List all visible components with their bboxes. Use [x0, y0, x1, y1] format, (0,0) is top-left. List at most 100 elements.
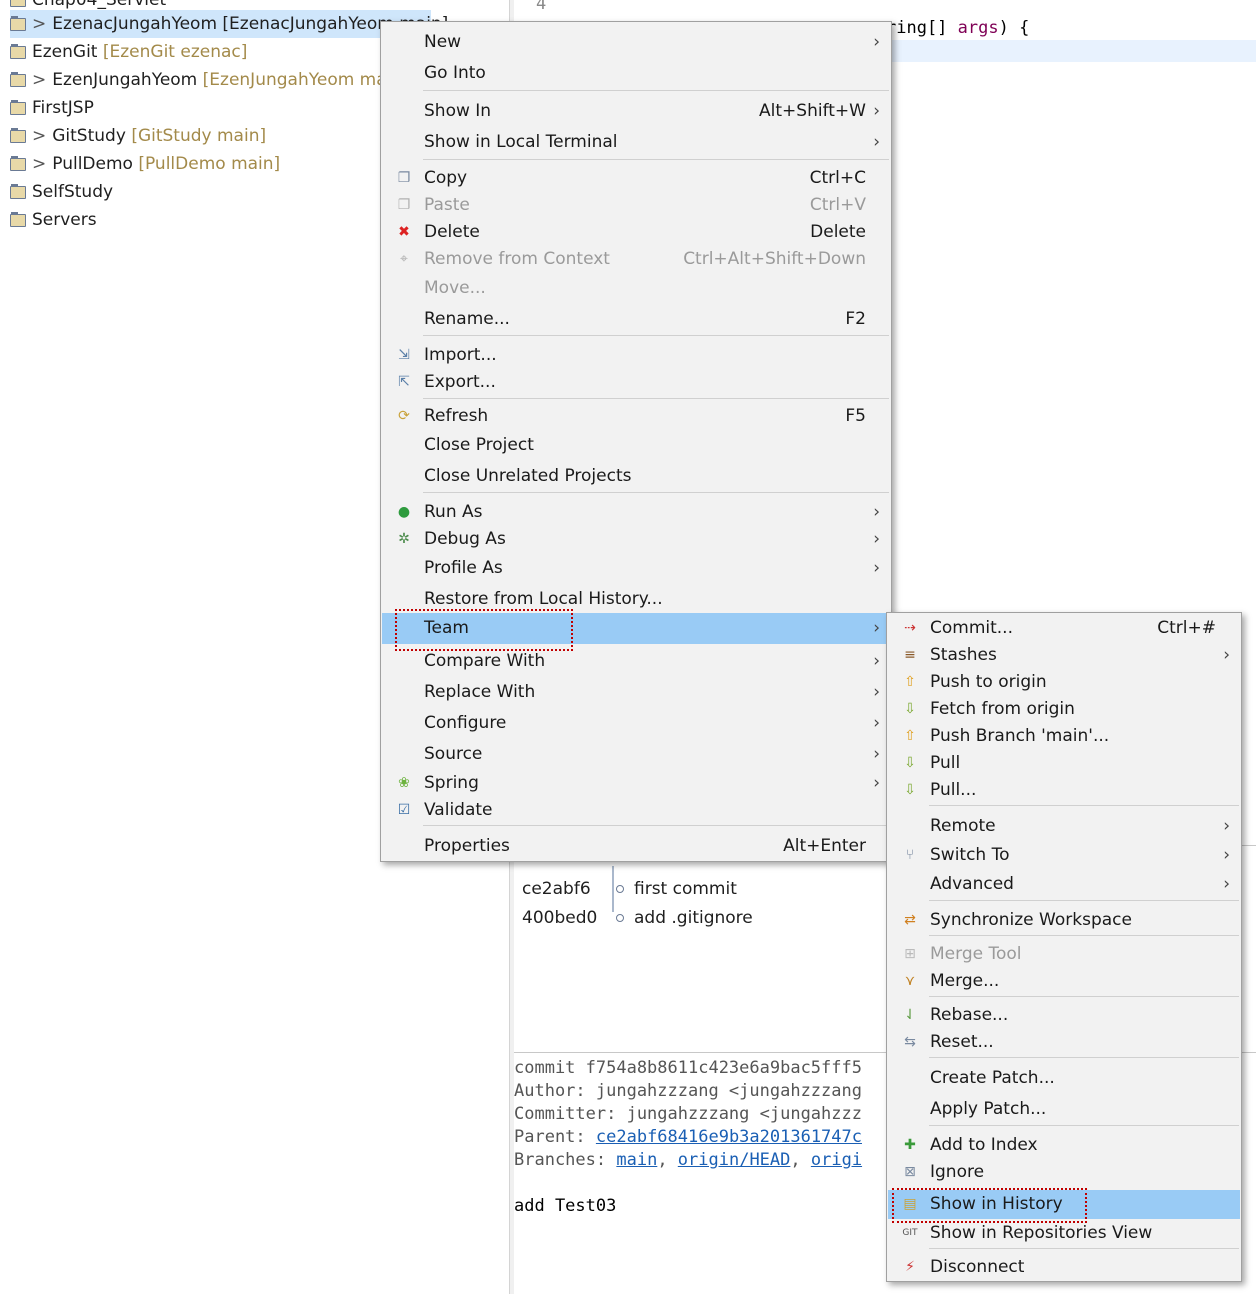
tree-item-label: Servers	[32, 210, 97, 230]
menu-close-project[interactable]: Close Project	[382, 431, 890, 459]
menu-move[interactable]: Move...	[382, 274, 890, 302]
menu-push-to-origin[interactable]: ⇧ Push to origin	[888, 668, 1240, 696]
menu-source[interactable]: Source ›	[382, 740, 890, 768]
tree-item-gitstudy[interactable]: > GitStudy [GitStudy main]	[10, 122, 266, 150]
menu-stashes[interactable]: ≡ Stashes ›	[888, 641, 1240, 669]
git-project-icon	[10, 44, 26, 59]
delete-icon: ✖	[398, 224, 410, 240]
menu-rename[interactable]: Rename... F2	[382, 305, 890, 333]
menu-configure[interactable]: Configure ›	[382, 709, 890, 737]
menu-add-to-index[interactable]: ✚ Add to Index	[888, 1131, 1240, 1159]
history-row[interactable]: 400bed0 add .gitignore	[522, 904, 753, 932]
import-icon: ⇲	[398, 347, 410, 363]
tree-item-firstjsp[interactable]: FirstJSP	[10, 94, 94, 122]
menu-validate[interactable]: ☑ Validate	[382, 796, 890, 824]
menu-fetch-from-origin[interactable]: ⇩ Fetch from origin	[888, 695, 1240, 723]
highlight-box-team	[395, 609, 573, 651]
branch-link-origin-head[interactable]: origin/HEAD	[678, 1150, 791, 1170]
menu-pull-dots[interactable]: ⇩ Pull...	[888, 776, 1240, 804]
menu-properties[interactable]: Properties Alt+Enter	[382, 832, 890, 860]
dirty-marker: >	[32, 70, 47, 90]
branch-link-origin[interactable]: origi	[811, 1150, 862, 1170]
menu-delete[interactable]: ✖ Delete Delete	[382, 218, 890, 246]
menu-remote[interactable]: Remote ›	[888, 812, 1240, 840]
menu-disconnect[interactable]: ⚡ Disconnect	[888, 1253, 1240, 1281]
git-project-icon	[10, 16, 26, 31]
chevron-right-icon: ›	[873, 682, 880, 702]
tree-item-selfstudy[interactable]: SelfStudy	[10, 178, 113, 206]
menu-advanced[interactable]: Advanced ›	[888, 870, 1240, 898]
menu-create-patch[interactable]: Create Patch...	[888, 1064, 1240, 1092]
menu-go-into[interactable]: Go Into	[382, 59, 890, 87]
bug-icon: ✲	[398, 531, 410, 547]
branch-link-main[interactable]: main	[616, 1150, 657, 1170]
branch-icon: ⑂	[905, 847, 915, 863]
commit-id: 400bed0	[522, 908, 598, 928]
menu-debug-as[interactable]: ✲ Debug As ›	[382, 525, 890, 553]
tree-item-servers[interactable]: Servers	[10, 206, 97, 234]
pull-icon: ⇩	[904, 782, 916, 798]
remove-context-icon: ⌖	[400, 251, 408, 267]
repo-decoration: [PullDemo main]	[138, 154, 281, 174]
menu-replace-with[interactable]: Replace With ›	[382, 678, 890, 706]
synchronize-icon: ⇄	[904, 912, 916, 928]
menu-show-in[interactable]: Show In Alt+Shift+W ›	[382, 97, 890, 125]
menu-switch-to[interactable]: ⑂ Switch To ›	[888, 841, 1240, 869]
menu-reset[interactable]: ⇆ Reset...	[888, 1028, 1240, 1056]
stash-icon: ≡	[904, 647, 916, 663]
menu-paste[interactable]: ❐ Paste Ctrl+V	[382, 191, 890, 219]
menu-spring[interactable]: ❀ Spring ›	[382, 769, 890, 797]
menu-show-in-repositories-view[interactable]: GIT Show in Repositories View	[888, 1219, 1240, 1247]
repo-decoration: [GitStudy main]	[131, 126, 267, 146]
line-number: 4	[536, 0, 547, 14]
dirty-marker: >	[32, 154, 47, 174]
git-project-icon	[10, 156, 26, 171]
tree-item-label: SelfStudy	[32, 182, 114, 202]
menu-copy[interactable]: ❐ Copy Ctrl+C	[382, 164, 890, 192]
menu-rebase[interactable]: ⇃ Rebase...	[888, 1001, 1240, 1029]
menu-synchronize-workspace[interactable]: ⇄ Synchronize Workspace	[888, 906, 1240, 934]
menu-remove-from-context[interactable]: ⌖ Remove from Context Ctrl+Alt+Shift+Down	[382, 245, 890, 273]
chevron-right-icon: ›	[1223, 845, 1230, 865]
commit-message: add .gitignore	[634, 908, 753, 928]
chevron-right-icon: ›	[873, 101, 880, 121]
tree-item-pulldemo[interactable]: > PullDemo [PullDemo main]	[10, 150, 280, 178]
team-submenu: ⇢ Commit... Ctrl+# ≡ Stashes › ⇧ Push to orig…	[886, 612, 1242, 1282]
git-repository-icon: GIT	[902, 1228, 918, 1238]
chevron-right-icon: ›	[1223, 816, 1230, 836]
menu-import[interactable]: ⇲ Import...	[382, 341, 890, 369]
repo-decoration: [EzenGit ezenac]	[102, 42, 248, 62]
chevron-right-icon: ›	[873, 773, 880, 793]
menu-commit[interactable]: ⇢ Commit... Ctrl+#	[888, 614, 1240, 642]
menu-ignore[interactable]: ⊠ Ignore	[888, 1158, 1240, 1186]
project-icon	[10, 100, 26, 115]
export-icon: ⇱	[398, 374, 410, 390]
menu-new[interactable]: New ›	[382, 28, 890, 56]
menu-pull[interactable]: ⇩ Pull	[888, 749, 1240, 777]
committer-line: Committer: jungahzzzang <jungahzzz	[514, 1104, 862, 1124]
menu-apply-patch[interactable]: Apply Patch...	[888, 1095, 1240, 1123]
tree-item-ezengit[interactable]: EzenGit [EzenGit ezenac]	[10, 38, 247, 66]
menu-profile-as[interactable]: Profile As ›	[382, 554, 890, 582]
reset-icon: ⇆	[904, 1034, 916, 1050]
menu-run-as[interactable]: ● Run As ›	[382, 498, 890, 526]
paste-icon: ❐	[397, 197, 411, 213]
menu-merge[interactable]: ⋎ Merge...	[888, 967, 1240, 995]
ignore-icon: ⊠	[904, 1164, 916, 1180]
menu-refresh[interactable]: ⟳ Refresh F5	[382, 402, 890, 430]
tree-item-ezenacjungahyeom[interactable]: > EzenacJungahYeom [EzenacJungahYeom main…	[10, 10, 448, 38]
tree-item-ezenjungahyeom[interactable]: > EzenJungahYeom [EzenJungahYeom main]	[10, 66, 409, 94]
parent-link[interactable]: ce2abf68416e9b3a201361747c	[596, 1127, 862, 1147]
menu-merge-tool[interactable]: ⊞ Merge Tool	[888, 940, 1240, 968]
menu-show-in-local-terminal[interactable]: Show in Local Terminal ›	[382, 128, 890, 156]
author-line: Author: jungahzzzang <jungahzzzang	[514, 1081, 862, 1101]
menu-close-unrelated-projects[interactable]: Close Unrelated Projects	[382, 462, 890, 490]
menu-push-branch[interactable]: ⇧ Push Branch 'main'...	[888, 722, 1240, 750]
menu-export[interactable]: ⇱ Export...	[382, 368, 890, 396]
tree-item-label: GitStudy	[52, 126, 126, 146]
dirty-marker: >	[32, 14, 47, 34]
menu-compare-with[interactable]: Compare With ›	[382, 647, 890, 675]
history-row[interactable]: ce2abf6 first commit	[522, 875, 737, 903]
chevron-right-icon: ›	[873, 558, 880, 578]
commit-id: ce2abf6	[522, 879, 591, 899]
